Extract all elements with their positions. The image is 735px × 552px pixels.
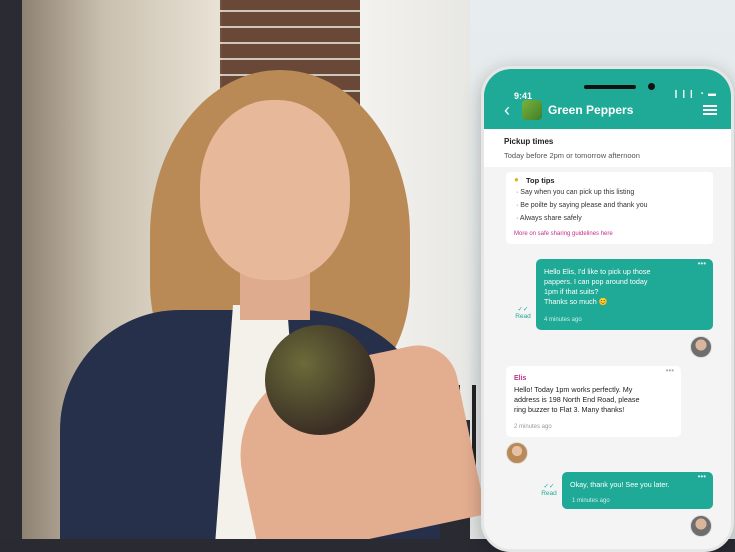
phone-notch	[584, 85, 636, 89]
tip-item: · Always share safely	[516, 215, 582, 222]
app-header: 9:41 ❙❙❙ ◔ ▬ ‹ Green Peppers	[484, 69, 731, 129]
more-options-icon[interactable]: •••	[698, 472, 706, 482]
more-options-icon[interactable]: •••	[666, 366, 674, 376]
message-line: address is 198 North End Road, please	[514, 395, 640, 404]
message-time: 2 minutes ago	[514, 424, 552, 430]
woman-face	[200, 100, 350, 280]
camera-dot	[648, 83, 655, 90]
message-line: Thanks so much 😊	[544, 297, 608, 306]
user-avatar[interactable]	[690, 336, 712, 358]
aubergine	[265, 325, 375, 435]
more-options-icon[interactable]: •••	[698, 259, 706, 269]
chevron-left-icon[interactable]: ‹	[504, 101, 510, 119]
read-receipt: ✓✓ Read	[512, 305, 534, 320]
double-check-icon: ✓✓	[517, 306, 529, 313]
pickup-text: Today before 2pm or tomorrow afternoon	[504, 151, 640, 160]
pickup-times-panel: Pickup times Today before 2pm or tomorro…	[484, 129, 731, 168]
safe-sharing-link[interactable]: More on safe sharing guidelines here	[514, 231, 613, 237]
read-label: Read	[541, 490, 557, 497]
phone-mockup: 9:41 ❙❙❙ ◔ ▬ ‹ Green Peppers Pickup time…	[481, 66, 734, 552]
message-bubble-outgoing[interactable]: ••• Okay, thank you! See you later. 1 mi…	[562, 472, 713, 509]
message-bubble-incoming[interactable]: ••• Elis Hello! Today 1pm works perfectl…	[506, 366, 681, 437]
message-line: ring buzzer to Flat 3. Many thanks!	[514, 405, 625, 414]
status-icons: ❙❙❙ ◔ ▬	[672, 89, 717, 98]
listing-thumbnail[interactable]	[522, 100, 542, 120]
elis-avatar[interactable]	[506, 442, 528, 464]
message-time: 1 minutes ago	[572, 498, 610, 504]
tip-item: · Be poilte by saying please and thank y…	[516, 202, 648, 209]
message-time: 4 minutes ago	[544, 317, 582, 323]
top-tips-card: ● Top tips · Say when you can pick up th…	[506, 172, 713, 244]
double-check-icon: ✓✓	[543, 483, 555, 490]
message-line: 1pm if that suits?	[544, 287, 599, 296]
listing-title[interactable]: Green Peppers	[548, 103, 633, 117]
tips-heading: Top tips	[526, 176, 555, 185]
read-label: Read	[515, 313, 531, 320]
user-avatar[interactable]	[690, 515, 712, 537]
read-receipt: ✓✓ Read	[538, 482, 560, 497]
message-line: Okay, thank you! See you later.	[570, 480, 670, 489]
message-line: Hello Elis, I'd like to pick up those	[544, 267, 651, 276]
sender-name: Elis	[514, 375, 527, 382]
chat-thread[interactable]: ● Top tips · Say when you can pick up th…	[484, 167, 731, 549]
hamburger-menu-icon[interactable]	[703, 105, 717, 115]
message-bubble-outgoing[interactable]: ••• Hello Elis, I'd like to pick up thos…	[536, 259, 713, 330]
lightbulb-icon: ●	[514, 175, 519, 184]
message-line: pappers. I can pop around today	[544, 277, 648, 286]
tip-item: · Say when you can pick up this listing	[516, 189, 635, 196]
pickup-heading: Pickup times	[504, 137, 554, 146]
message-line: Hello! Today 1pm works perfectly. My	[514, 385, 633, 394]
dark-side-strip	[0, 0, 22, 539]
